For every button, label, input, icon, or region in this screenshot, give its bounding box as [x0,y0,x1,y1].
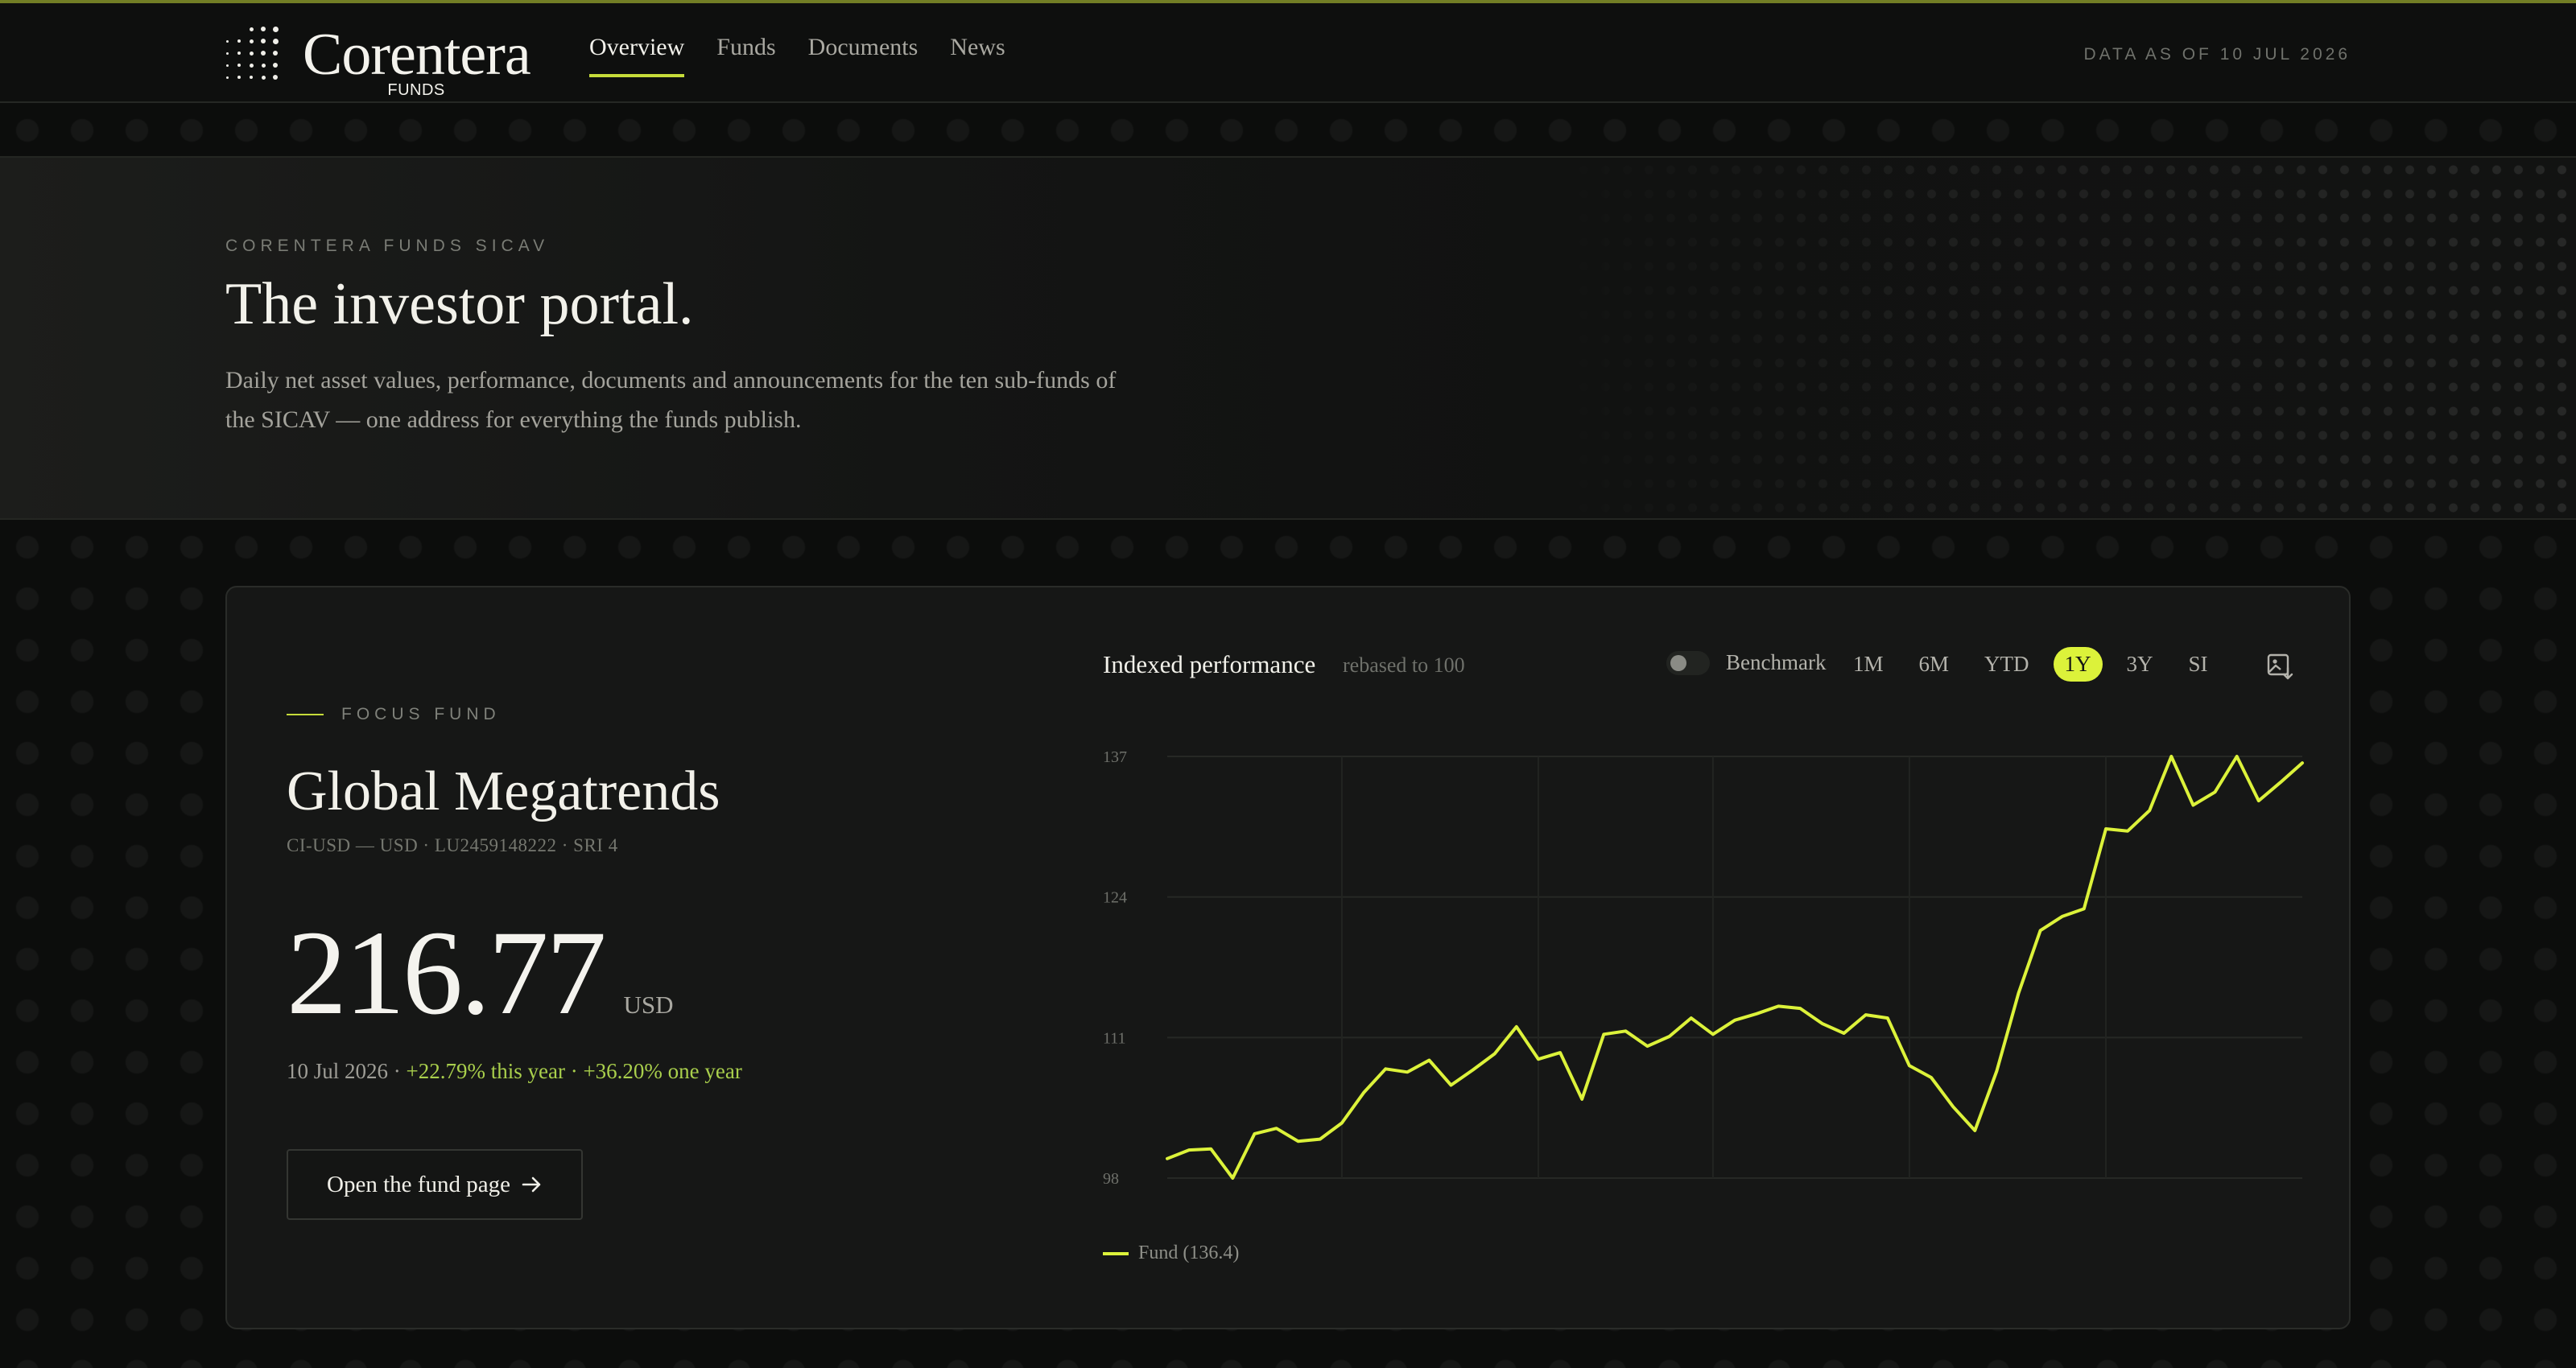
y-tick-label: 111 [1103,1029,1126,1047]
top-navigation: Corentera FUNDS Overview Funds Documents… [0,3,2576,103]
fund-identifiers: CI-USD — USD · LU2459148222 · SRI 4 [287,835,618,855]
range-ytd[interactable]: YTD [1973,647,2041,682]
hero-section: CORENTERA FUNDS SICAV The investor porta… [0,156,2576,520]
toggle-track [1666,650,1710,675]
open-fund-page-button[interactable]: Open the fund page [287,1149,583,1220]
range-1y[interactable]: 1Y [2053,647,2103,682]
brand-name: Corentera [303,22,531,88]
chart-title: Indexed performance [1103,650,1316,678]
range-selector: 1M 6M YTD 1Y 3Y SI [1842,647,2219,682]
nav-documents[interactable]: Documents [808,34,919,77]
focus-fund-label-text: FOCUS FUND [341,705,501,723]
focus-fund-card: FOCUS FUND Global Megatrends CI-USD — US… [225,586,2351,1329]
nav-currency: USD [623,991,674,1019]
range-1m[interactable]: 1M [1842,647,1895,682]
performance-summary: 10 Jul 2026 · +22.79% this year · +36.20… [287,1059,742,1084]
chart-subtitle: rebased to 100 [1343,653,1465,677]
performance-chart: 98111124137Sep 25Nov 25Jan 26Mar 26May 2… [1103,748,2304,1188]
page-title: The investor portal. [225,271,694,337]
ytd-return: +22.79% this year [406,1059,565,1083]
brand-logo[interactable]: Corentera FUNDS [224,16,531,99]
nav-overview[interactable]: Overview [589,34,685,77]
brand-wordmark: Corentera FUNDS [303,22,531,99]
nav-price-value: 216.77 [287,906,606,1040]
nav-price: 216.77 USD [287,913,674,1033]
data-as-of-label: DATA AS OF 10 JUL 2026 [2083,45,2351,64]
range-si[interactable]: SI [2178,647,2219,682]
decorative-dot-band [0,105,2576,156]
brand-sub: FUNDS [387,81,445,99]
y-tick-label: 137 [1103,748,1127,766]
range-6m[interactable]: 6M [1908,647,1961,682]
hero-dot-pattern [1530,158,2576,518]
legend-fund-label: Fund (136.4) [1138,1242,1240,1263]
y-tick-label: 98 [1103,1170,1119,1188]
one-year-return: +36.20% one year [583,1059,742,1083]
y-tick-label: 124 [1103,889,1127,907]
hero-description: Daily net asset values, performance, doc… [225,367,1117,433]
open-fund-page-label: Open the fund page [327,1171,510,1197]
fund-name: Global Megatrends [287,760,720,822]
focus-fund-label: FOCUS FUND [287,705,501,724]
benchmark-label: Benchmark [1726,650,1827,674]
benchmark-toggle[interactable]: Benchmark [1666,650,1826,675]
chart-legend: Fund (136.4) [1103,1242,1239,1264]
separator: · [570,1059,578,1083]
nav-funds[interactable]: Funds [716,34,775,77]
accent-rule [287,714,324,715]
toggle-knob [1670,654,1686,671]
arrow-right-icon [522,1176,541,1193]
logo-dots-icon [224,26,282,84]
fund-series-line [1166,755,2304,1180]
hero-eyebrow: CORENTERA FUNDS SICAV [225,237,550,255]
image-download-icon[interactable] [2264,650,2296,682]
range-3y[interactable]: 3Y [2116,647,2165,682]
legend-swatch [1103,1251,1129,1255]
nav-news[interactable]: News [950,34,1005,77]
main-menu: Overview Funds Documents News [589,34,1005,77]
nav-date: 10 Jul 2026 · [287,1059,401,1083]
